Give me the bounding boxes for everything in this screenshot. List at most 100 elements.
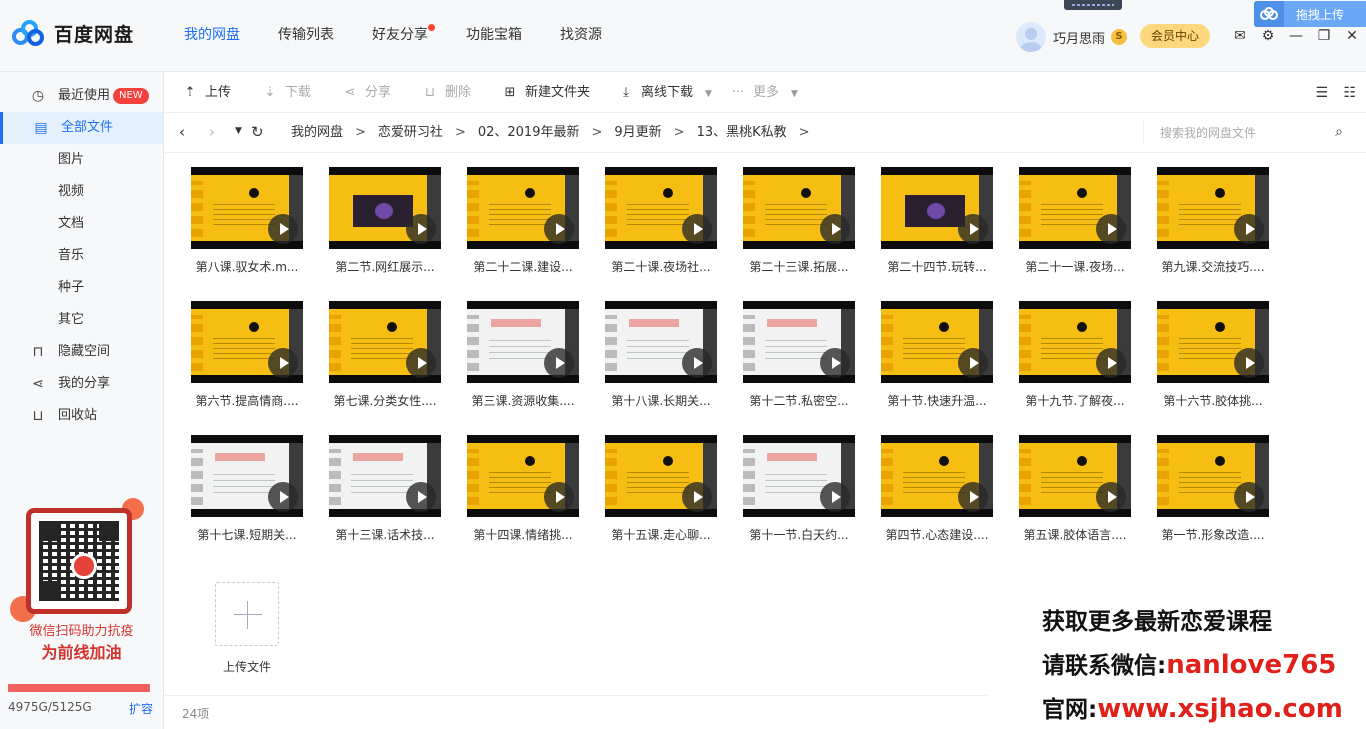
video-file-item[interactable]: 第二十一课.夜场... [993, 154, 1131, 274]
user-profile[interactable]: 巧月思雨 S [1016, 22, 1128, 52]
file-name: 第一节.形象改造.... [1161, 528, 1265, 542]
file-name: 第十六节.胶体挑... [1163, 394, 1263, 408]
restore-icon[interactable]: ❐ [1316, 28, 1332, 44]
breadcrumb-item[interactable]: 我的网盘 [291, 125, 343, 140]
avatar[interactable] [1016, 22, 1046, 52]
list-view-icon[interactable]: ☷ [1343, 85, 1356, 101]
video-file-item[interactable]: 第十六节.胶体挑... [1131, 288, 1269, 408]
sidebar-item-1[interactable]: ▤ 全部文件 [0, 112, 163, 144]
caret-down-icon[interactable]: ▼ [791, 89, 798, 99]
sort-icon[interactable]: ☰ [1315, 85, 1328, 101]
video-file-item[interactable]: 第四节.心态建设.... [855, 422, 993, 542]
new-folder-button[interactable]: ⊞ 新建文件夹 [501, 73, 590, 113]
file-name: 第二十四节.玩转... [887, 260, 987, 274]
breadcrumb-item[interactable]: 13、黑桃K私教 [697, 125, 787, 140]
video-file-item[interactable]: 第十四课.情绪挑... [441, 422, 579, 542]
video-file-item[interactable]: 第七课.分类女性.... [303, 288, 441, 408]
sidebar: ◷ 最近使用 NEW ▤ 全部文件 图片 视频 文档 音乐 种子 其它 ⊓ 隐藏空间 ⋖ 我的分享 ⊔ 回收站 … [0, 72, 164, 729]
new-badge: NEW [113, 88, 149, 104]
download-button[interactable]: ⇣ 下载 [261, 73, 311, 113]
video-file-item[interactable]: 第二十二课.建设... [441, 154, 579, 274]
sidebar-item-0[interactable]: ◷ 最近使用 NEW [0, 80, 163, 112]
sidebar-item-6[interactable]: 种子 [0, 272, 163, 304]
username[interactable]: 巧月思雨 [1053, 28, 1105, 47]
new-folder-label: 新建文件夹 [525, 85, 591, 100]
nav-tab-4[interactable]: 找资源 [560, 0, 602, 72]
video-file-item[interactable]: 第十五课.走心聊... [579, 422, 717, 542]
sidebar-item-3[interactable]: 视频 [0, 176, 163, 208]
video-file-item[interactable]: 第二节.网红展示... [303, 154, 441, 274]
refresh-icon[interactable]: ↻ [251, 123, 264, 141]
app-logo[interactable]: 百度网盘 [12, 18, 134, 48]
nav-tab-0[interactable]: 我的网盘 [184, 0, 240, 72]
breadcrumb-item[interactable]: 02、2019年最新 [478, 125, 580, 140]
sidebar-item-5[interactable]: 音乐 [0, 240, 163, 272]
breadcrumb-item[interactable]: 恋爱研习社 [378, 125, 443, 140]
status-bar: 24项 [165, 695, 987, 729]
video-thumbnail [1157, 167, 1269, 249]
notification-dot-icon [428, 24, 435, 31]
video-file-item[interactable]: 第三课.资源收集.... [441, 288, 579, 408]
play-icon [1096, 482, 1126, 512]
video-file-item[interactable]: 第十七课.短期关... [165, 422, 303, 542]
mail-icon[interactable]: ✉ [1232, 28, 1248, 44]
sidebar-item-4[interactable]: 文档 [0, 208, 163, 240]
history-dropdown-icon[interactable]: ▼ [235, 126, 242, 136]
sidebar-item-9[interactable]: ⋖ 我的分享 [0, 368, 163, 400]
window-controls: ✉ ⚙ — ❐ ✕ [1232, 28, 1366, 44]
video-thumbnail [329, 435, 441, 517]
sidebar-item-label: 全部文件 [61, 120, 114, 135]
breadcrumb-item[interactable]: 9月更新 [614, 125, 661, 140]
overlay-ad-website: www.xsjhao.com [1097, 694, 1343, 724]
file-name: 第五课.胶体语言.... [1023, 528, 1127, 542]
video-file-item[interactable]: 第十八课.长期关... [579, 288, 717, 408]
promo-banner[interactable]: 微信扫码助力抗疫 为前线加油 [0, 496, 163, 666]
video-file-item[interactable]: 第六节.提高情商.... [165, 288, 303, 408]
search-icon[interactable]: ⌕ [1335, 124, 1343, 140]
back-arrow-icon[interactable]: ‹ [179, 123, 185, 141]
search-input[interactable] [1160, 121, 1320, 145]
sidebar-item-2[interactable]: 图片 [0, 144, 163, 176]
sidebar-item-8[interactable]: ⊓ 隐藏空间 [0, 336, 163, 368]
video-file-item[interactable]: 第二十四节.玩转... [855, 154, 993, 274]
file-name: 第十四课.情绪挑... [473, 528, 573, 542]
offline-download-button[interactable]: ⤓ 离线下载 ▼ [617, 73, 712, 113]
vip-center-button[interactable]: 会员中心 [1140, 24, 1210, 48]
video-thumbnail [605, 301, 717, 383]
video-file-item[interactable]: 第十九节.了解夜... [993, 288, 1131, 408]
expand-storage-link[interactable]: 扩容 [129, 700, 153, 717]
file-name: 第十三课.话术技... [335, 528, 435, 542]
nav-tab-3[interactable]: 功能宝箱 [466, 0, 522, 72]
more-button[interactable]: ··· 更多 ▼ [729, 73, 798, 113]
video-file-item[interactable]: 第八课.驭女术.m... [165, 154, 303, 274]
video-file-item[interactable]: 第九课.交流技巧.... [1131, 154, 1269, 274]
share-button[interactable]: ⋖ 分享 [341, 73, 391, 113]
play-icon [406, 482, 436, 512]
video-file-item[interactable]: 第十三课.话术技... [303, 422, 441, 542]
video-thumbnail [743, 435, 855, 517]
video-file-item[interactable]: 第五课.胶体语言.... [993, 422, 1131, 542]
sidebar-item-10[interactable]: ⊔ 回收站 [0, 400, 163, 432]
video-file-item[interactable]: 第十二节.私密空... [717, 288, 855, 408]
nav-tab-2[interactable]: 好友分享 [372, 0, 435, 72]
video-file-item[interactable]: 第十节.快速升温... [855, 288, 993, 408]
video-file-item[interactable]: 第二十三课.拓展... [717, 154, 855, 274]
sidebar-item-7[interactable]: 其它 [0, 304, 163, 336]
drag-upload-button[interactable]: 拖拽上传 [1254, 1, 1366, 27]
upload-arrow-icon: ⇡ [184, 85, 196, 100]
delete-button[interactable]: ⊔ 删除 [421, 73, 471, 113]
close-icon[interactable]: ✕ [1344, 28, 1360, 44]
overlay-ad-line-3: 官网:www.xsjhao.com [1042, 690, 1343, 724]
forward-arrow-icon[interactable]: › [209, 123, 215, 141]
add-file-button[interactable] [215, 582, 279, 646]
minimize-icon[interactable]: — [1288, 28, 1304, 44]
file-name: 第十八课.长期关... [611, 394, 711, 408]
video-file-item[interactable]: 第二十课.夜场社... [579, 154, 717, 274]
drag-upload-label: 拖拽上传 [1296, 7, 1345, 22]
nav-tab-1[interactable]: 传输列表 [278, 0, 334, 72]
upload-button[interactable]: ⇡ 上传 [181, 73, 231, 113]
video-file-item[interactable]: 第十一节.白天约... [717, 422, 855, 542]
caret-down-icon[interactable]: ▼ [705, 89, 712, 99]
video-file-item[interactable]: 第一节.形象改造.... [1131, 422, 1269, 542]
settings-gear-icon[interactable]: ⚙ [1260, 28, 1276, 44]
